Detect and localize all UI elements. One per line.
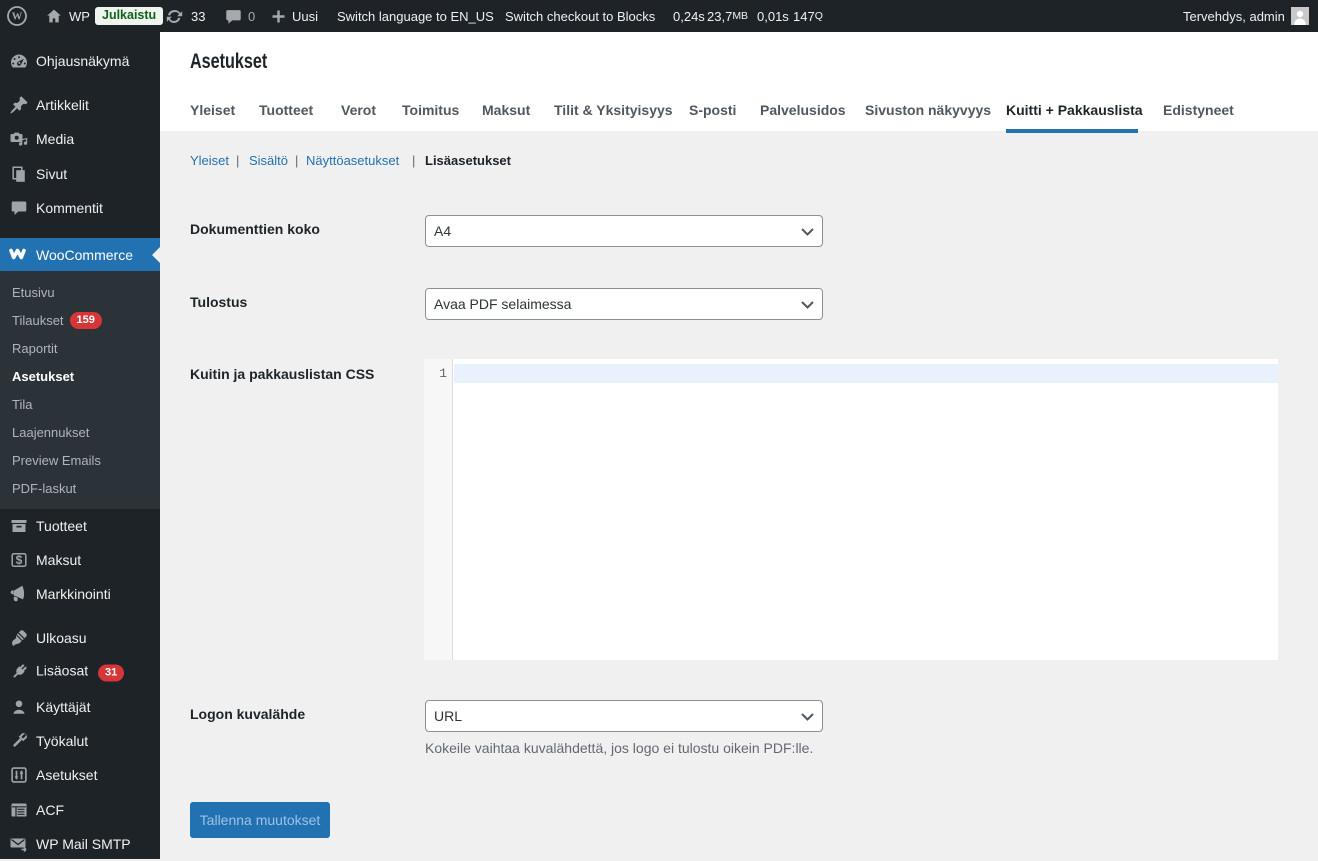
svg-text:$: $: [16, 553, 23, 567]
svg-text:W: W: [12, 12, 23, 23]
